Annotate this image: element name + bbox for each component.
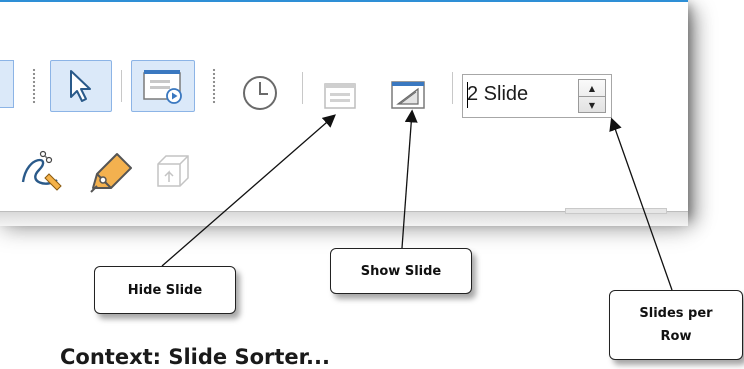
slides-per-row-arrow — [609, 117, 673, 291]
slides-per-row-callout-label: Slides per Row — [639, 305, 713, 344]
show-slide-callout: Show Slide — [330, 248, 472, 294]
slides-per-row-callout: Slides per Row — [609, 290, 743, 360]
hide-slide-arrow — [161, 114, 336, 267]
hide-slide-callout: Hide Slide — [94, 266, 236, 314]
show-slide-arrow — [401, 109, 418, 249]
hide-slide-callout-label: Hide Slide — [127, 282, 203, 298]
page-heading-partial: Context: Slide Sorter... — [60, 345, 330, 369]
show-slide-callout-label: Show Slide — [360, 263, 442, 279]
